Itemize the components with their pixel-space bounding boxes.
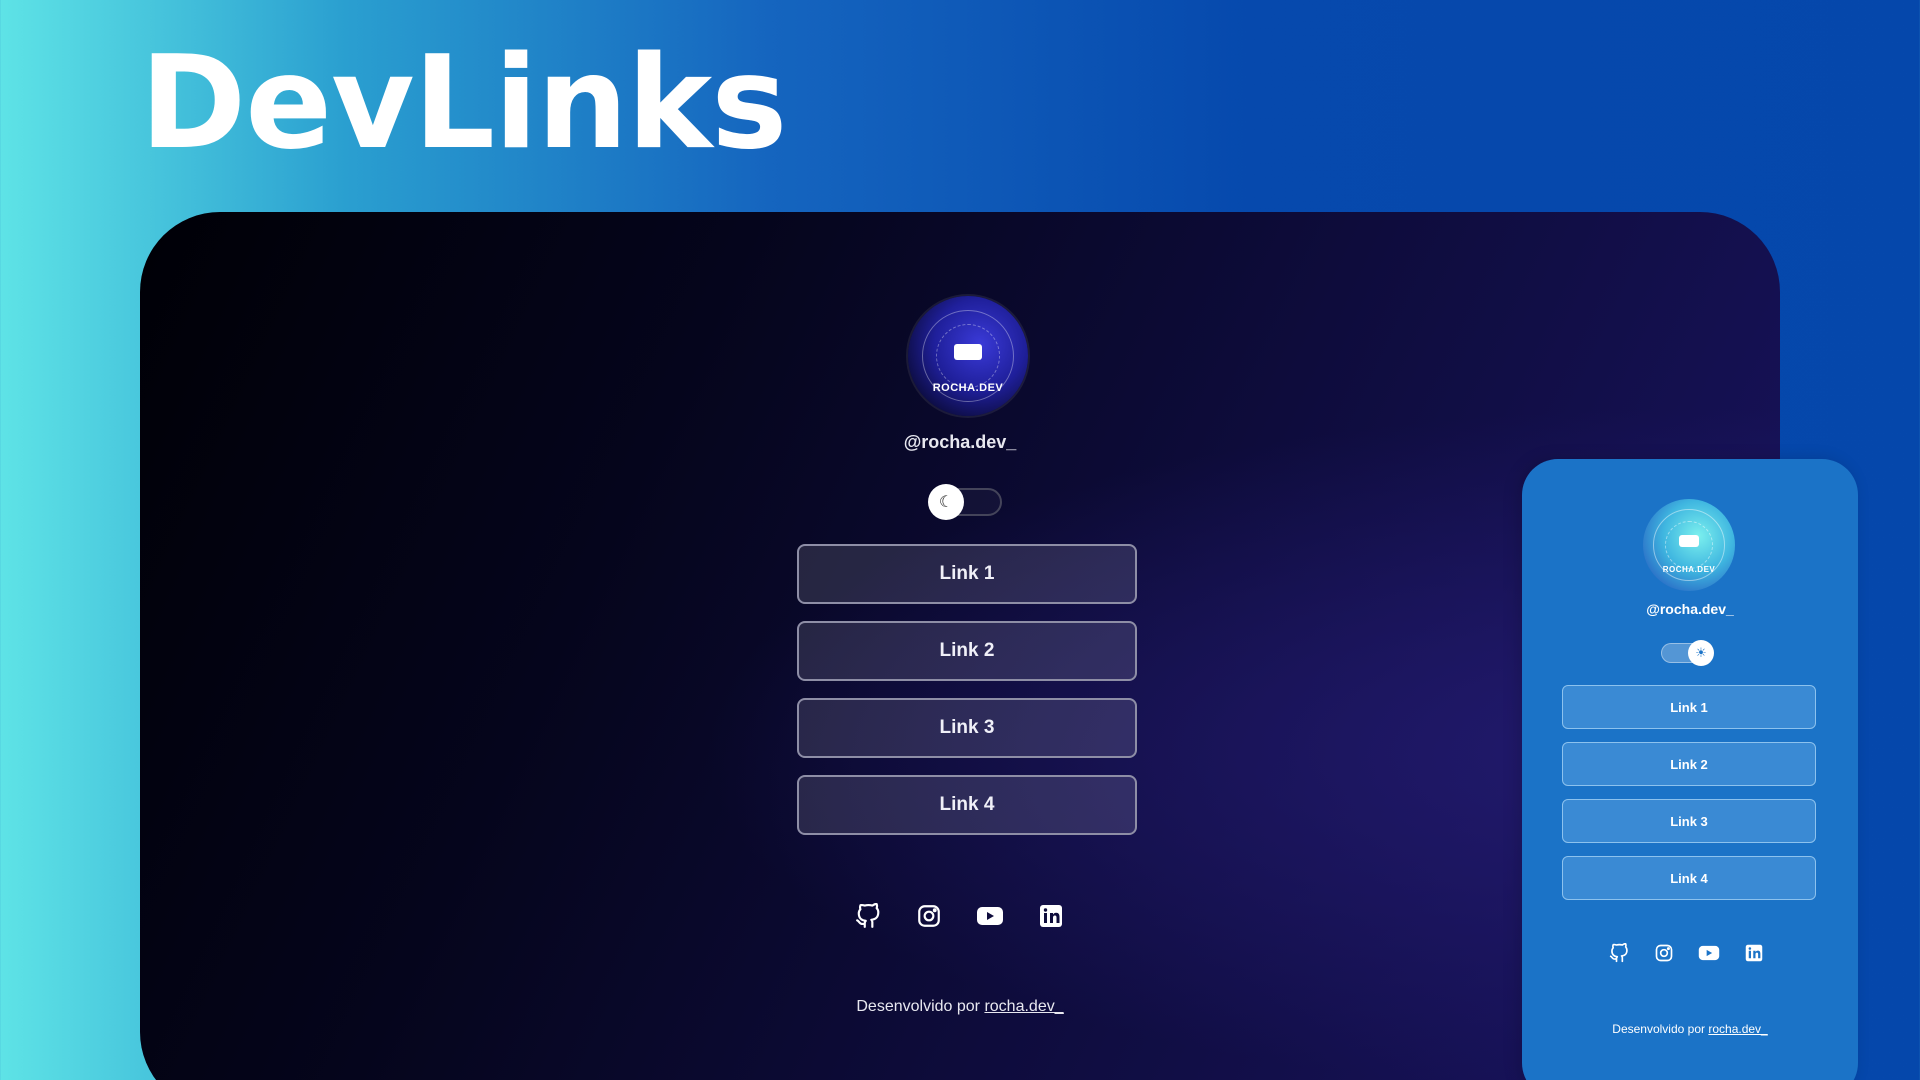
mobile-preview: ROCHA.DEV @rocha.dev_ ☀ Link 1 Link 2 Li… <box>1522 459 1858 1080</box>
link-button-4[interactable]: Link 4 <box>797 775 1137 835</box>
avatar: ROCHA.DEV <box>908 296 1028 416</box>
link-button-2[interactable]: Link 2 <box>1562 742 1816 786</box>
avatar-text: ROCHA.DEV <box>932 382 1004 394</box>
hero-title: DevLinks <box>140 29 787 178</box>
social-links <box>1608 942 1765 964</box>
username: @rocha.dev_ <box>903 432 1017 452</box>
theme-toggle[interactable]: ☾ <box>928 484 1002 520</box>
avatar: ROCHA.DEV <box>1643 499 1735 591</box>
link-button-1[interactable]: Link 1 <box>1562 685 1816 729</box>
link-button-3[interactable]: Link 3 <box>1562 799 1816 843</box>
social-links <box>854 902 1065 930</box>
github-icon[interactable] <box>1608 942 1630 964</box>
footer-text: Desenvolvido por <box>856 998 985 1015</box>
link-button-1[interactable]: Link 1 <box>797 544 1137 604</box>
moon-icon: ☾ <box>928 484 964 520</box>
footer-text: Desenvolvido por <box>1612 1022 1709 1036</box>
instagram-icon[interactable] <box>915 902 943 930</box>
instagram-icon[interactable] <box>1653 942 1675 964</box>
footer-link[interactable]: rocha.dev_ <box>1708 1022 1767 1036</box>
footer: Desenvolvido por rocha.dev_ <box>1522 1022 1858 1036</box>
linkedin-icon[interactable] <box>1743 942 1765 964</box>
link-button-4[interactable]: Link 4 <box>1562 856 1816 900</box>
youtube-icon[interactable] <box>1698 942 1720 964</box>
sun-icon: ☀ <box>1688 640 1714 666</box>
theme-toggle[interactable]: ☀ <box>1661 640 1714 666</box>
avatar-text: ROCHA.DEV <box>1662 565 1716 574</box>
github-icon[interactable] <box>854 902 882 930</box>
username: @rocha.dev_ <box>1646 601 1734 617</box>
link-button-2[interactable]: Link 2 <box>797 621 1137 681</box>
link-button-3[interactable]: Link 3 <box>797 698 1137 758</box>
youtube-icon[interactable] <box>976 902 1004 930</box>
footer-link[interactable]: rocha.dev_ <box>984 998 1063 1015</box>
linkedin-icon[interactable] <box>1037 902 1065 930</box>
